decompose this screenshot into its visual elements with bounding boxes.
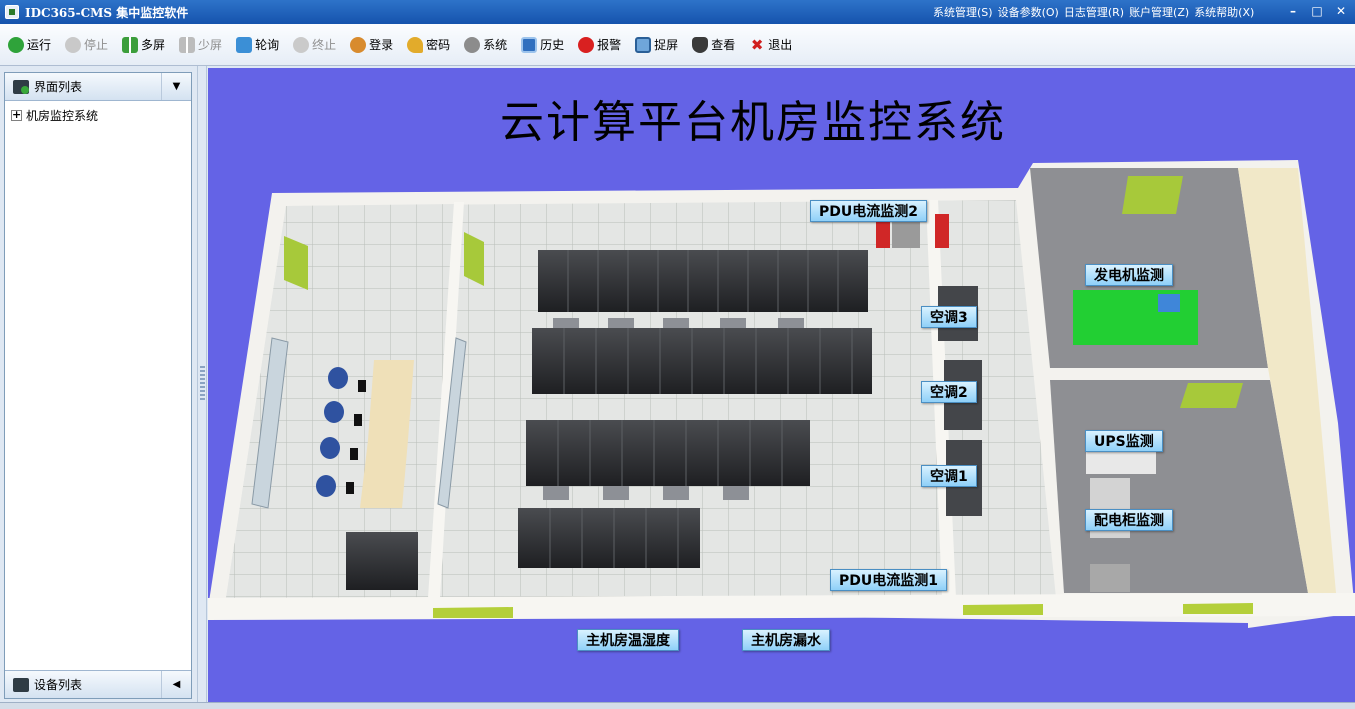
splitter[interactable]: [197, 66, 207, 702]
stop-button[interactable]: 停止: [65, 34, 108, 56]
multi-screen-label: 多屏: [141, 38, 166, 52]
ac-1-label[interactable]: 空调1: [921, 465, 977, 487]
interface-list-title: 界面列表: [34, 80, 83, 94]
gear-icon: [464, 36, 481, 53]
maximize-button[interactable]: □: [1309, 3, 1325, 19]
ups-monitor-label[interactable]: UPS监测: [1085, 430, 1163, 452]
exit-label: 退出: [768, 38, 793, 52]
few-screen-button[interactable]: 少屏: [179, 34, 222, 56]
chevron-down-icon[interactable]: ▼: [161, 73, 191, 100]
multi-screen-icon: [122, 36, 139, 53]
window-title: IDC365-CMS 集中监控软件: [25, 5, 189, 20]
password-button[interactable]: 密码: [407, 34, 450, 56]
key-icon: [407, 36, 424, 53]
screenshot-button[interactable]: 捉屏: [635, 34, 678, 56]
app-icon: [5, 5, 19, 19]
poll-button[interactable]: 轮询: [236, 34, 279, 56]
password-label: 密码: [426, 38, 451, 52]
expand-icon[interactable]: +: [11, 109, 22, 121]
menu-log-manage[interactable]: 日志管理(R): [1064, 4, 1124, 20]
alarm-button[interactable]: 报警: [578, 34, 621, 56]
monitor-stage: 云计算平台机房监控系统 PDU电流监测2 空调3 空调2 空调1 PDU电流监测…: [208, 68, 1355, 702]
menu-account-manage[interactable]: 账户管理(Z): [1129, 4, 1189, 20]
login-button[interactable]: 登录: [350, 34, 393, 56]
monitor-icon: [13, 79, 29, 94]
system-label: 系统: [483, 38, 508, 52]
binoculars-icon: [692, 36, 709, 53]
terminate-label: 终止: [312, 38, 337, 52]
system-button[interactable]: 系统: [464, 34, 507, 56]
tree-item-room-monitor[interactable]: + 机房监控系统: [11, 107, 191, 124]
alarm-icon: [578, 36, 595, 53]
poll-icon: [236, 36, 253, 53]
run-icon: [8, 36, 24, 53]
interface-list-header[interactable]: 界面列表 ▼: [5, 73, 191, 101]
menu-system-manage[interactable]: 系统管理(S): [933, 4, 993, 20]
login-icon: [350, 36, 367, 53]
toolbar: 运行 停止 多屏 少屏 轮询 终止 登录 密码 系统 历史 报警 捉屏 查看 ✖…: [0, 24, 1355, 66]
tree-item-label: 机房监控系统: [26, 109, 99, 123]
view-label: 查看: [711, 38, 736, 52]
menu-bar: 系统管理(S) 设备参数(O) 日志管理(R) 账户管理(Z) 系统帮助(X): [933, 0, 1259, 24]
monitor-icon: [13, 677, 29, 692]
status-bar: [0, 702, 1355, 709]
close-button[interactable]: ✕: [1333, 3, 1349, 19]
alarm-label: 报警: [597, 38, 622, 52]
stop-label: 停止: [84, 38, 109, 52]
floor-plan: [208, 160, 1355, 628]
exit-button[interactable]: ✖ 退出: [749, 34, 792, 56]
run-button[interactable]: 运行: [8, 34, 51, 56]
screenshot-label: 捉屏: [654, 38, 679, 52]
login-label: 登录: [369, 38, 394, 52]
exit-icon: ✖: [750, 35, 764, 54]
distribution-cabinet-label[interactable]: 配电柜监测: [1085, 509, 1173, 531]
pdu-monitor-2-label[interactable]: PDU电流监测2: [810, 200, 927, 222]
multi-screen-button[interactable]: 多屏: [122, 34, 165, 56]
water-leak-label[interactable]: 主机房漏水: [742, 629, 830, 651]
splitter-grip[interactable]: [200, 366, 205, 402]
run-label: 运行: [27, 38, 52, 52]
device-list-title: 设备列表: [34, 678, 83, 692]
ac-3-label[interactable]: 空调3: [921, 306, 977, 328]
history-icon: [521, 36, 538, 53]
stop-icon: [65, 36, 82, 53]
terminate-button[interactable]: 终止: [293, 34, 336, 56]
device-list-header[interactable]: 设备列表 ◀: [5, 670, 191, 698]
pdu-monitor-1-label[interactable]: PDU电流监测1: [830, 569, 947, 591]
terminate-icon: [293, 36, 310, 53]
sidebar: 界面列表 ▼ + 机房监控系统 设备列表 ◀: [4, 72, 192, 699]
few-screen-label: 少屏: [198, 38, 223, 52]
ac-2-label[interactable]: 空调2: [921, 381, 977, 403]
temp-humidity-label[interactable]: 主机房温湿度: [577, 629, 679, 651]
history-button[interactable]: 历史: [521, 34, 564, 56]
history-label: 历史: [540, 38, 565, 52]
minimize-button[interactable]: –: [1285, 3, 1301, 19]
menu-system-help[interactable]: 系统帮助(X): [1194, 4, 1254, 20]
view-button[interactable]: 查看: [692, 34, 735, 56]
screenshot-icon: [635, 36, 652, 53]
few-screen-icon: [179, 36, 196, 53]
generator-monitor-label[interactable]: 发电机监测: [1085, 264, 1173, 286]
menu-device-params[interactable]: 设备参数(O): [998, 4, 1059, 20]
poll-label: 轮询: [255, 38, 280, 52]
title-bar: IDC365-CMS 集中监控软件 系统管理(S) 设备参数(O) 日志管理(R…: [0, 0, 1355, 24]
chevron-left-icon[interactable]: ◀: [161, 671, 191, 698]
